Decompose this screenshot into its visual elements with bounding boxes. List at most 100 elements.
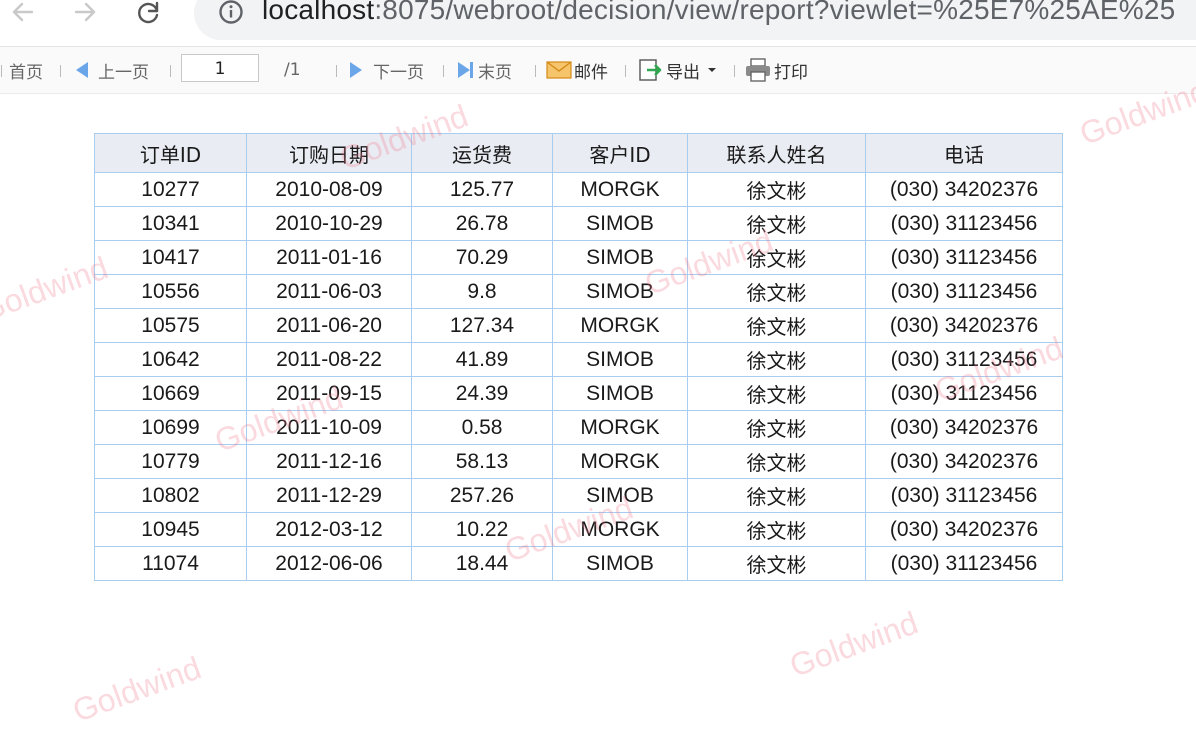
cell-freight: 257.26 (411, 478, 553, 513)
cell-contact-name: 徐文彬 (687, 444, 866, 479)
table-row: 10802 2011-12-29 257.26 SIMOB 徐文彬 (030) 31123… (94, 478, 1063, 513)
cell-order-id: 10945 (94, 512, 247, 547)
cell-customer-id: SIMOB (552, 546, 688, 581)
prev-page-label: 上一页 (98, 62, 149, 83)
cell-order-id: 10575 (94, 308, 247, 343)
column-header-contact-name: 联系人姓名 (687, 133, 866, 173)
cell-order-date: 2011-01-16 (246, 240, 412, 275)
cell-phone: (030) 34202376 (865, 444, 1063, 479)
column-header-order-id: 订单ID (94, 133, 247, 173)
column-header-freight: 运货费 (411, 133, 553, 173)
printer-icon (746, 58, 770, 82)
cell-order-id: 10802 (94, 478, 247, 513)
last-page-button[interactable]: 末页 (458, 47, 512, 93)
cell-customer-id: MORGK (552, 444, 688, 479)
next-page-button[interactable]: 下一页 (350, 47, 424, 93)
cell-phone: (030) 31123456 (865, 546, 1063, 581)
toolbar-separator (535, 65, 536, 77)
table-row: 10341 2010-10-29 26.78 SIMOB 徐文彬 (030) 311234… (94, 206, 1063, 241)
cell-freight: 41.89 (411, 342, 553, 377)
cell-contact-name: 徐文彬 (687, 478, 866, 513)
back-arrow-icon[interactable] (6, 0, 40, 28)
export-label: 导出 (666, 62, 700, 83)
reload-icon[interactable] (132, 0, 166, 28)
cell-contact-name: 徐文彬 (687, 342, 866, 377)
watermark: Goldwind (785, 604, 923, 684)
cell-order-id: 10642 (94, 342, 247, 377)
cell-contact-name: 徐文彬 (687, 274, 866, 309)
first-page-label: 首页 (9, 62, 43, 83)
cell-contact-name: 徐文彬 (687, 546, 866, 581)
cell-phone: (030) 34202376 (865, 308, 1063, 343)
cell-phone: (030) 31123456 (865, 478, 1063, 513)
table-row: 10779 2011-12-16 58.13 MORGK 徐文彬 (030) 342023… (94, 444, 1063, 479)
prev-arrow-icon (76, 62, 88, 78)
cell-phone: (030) 31123456 (865, 240, 1063, 275)
cell-order-date: 2011-09-15 (246, 376, 412, 411)
cell-phone: (030) 34202376 (865, 512, 1063, 547)
envelope-icon (546, 61, 572, 79)
page-total-label: /1 (284, 60, 301, 80)
toolbar-separator (336, 65, 337, 77)
last-bar-icon (470, 62, 473, 78)
first-page-button[interactable]: 首页 (9, 47, 43, 93)
cell-order-date: 2012-03-12 (246, 512, 412, 547)
toolbar-separator (1, 65, 2, 77)
cell-contact-name: 徐文彬 (687, 376, 866, 411)
cell-phone: (030) 34202376 (865, 410, 1063, 445)
cell-customer-id: MORGK (552, 308, 688, 343)
table-header-row: 订单ID 订购日期 运货费 客户ID 联系人姓名 电话 (94, 133, 1063, 173)
report-table: 订单ID 订购日期 运货费 客户ID 联系人姓名 电话 10277 2010-08… (94, 133, 1063, 581)
next-arrow-icon (350, 62, 362, 78)
report-toolbar: 首页 上一页 1 /1 下一页 末页 邮件 导出 打印 (0, 47, 1196, 94)
cell-order-id: 11074 (94, 546, 247, 581)
toolbar-separator (734, 65, 735, 77)
table-row: 10417 2011-01-16 70.29 SIMOB 徐文彬 (030) 311234… (94, 240, 1063, 275)
print-button[interactable]: 打印 (745, 47, 808, 93)
table-row: 10556 2011-06-03 9.8 SIMOB 徐文彬 (030) 31123456 (94, 274, 1063, 309)
cell-phone: (030) 31123456 (865, 342, 1063, 377)
column-header-phone: 电话 (865, 133, 1063, 173)
next-page-label: 下一页 (373, 62, 424, 83)
cell-order-date: 2010-10-29 (246, 206, 412, 241)
cell-order-date: 2011-12-29 (246, 478, 412, 513)
export-button[interactable]: 导出 (637, 47, 718, 93)
url-host: localhost (262, 0, 375, 25)
cell-phone: (030) 31123456 (865, 274, 1063, 309)
cell-order-date: 2010-08-09 (246, 172, 412, 207)
url-text[interactable]: localhost:8075/webroot/decision/view/rep… (262, 0, 1175, 26)
cell-order-id: 10277 (94, 172, 247, 207)
page-number-input[interactable]: 1 (181, 54, 259, 82)
cell-freight: 0.58 (411, 410, 553, 445)
column-header-customer-id: 客户ID (552, 133, 688, 173)
cell-order-id: 10779 (94, 444, 247, 479)
cell-customer-id: SIMOB (552, 206, 688, 241)
forward-arrow-icon[interactable] (68, 0, 102, 28)
site-info-icon[interactable] (218, 0, 244, 25)
cell-contact-name: 徐文彬 (687, 240, 866, 275)
cell-customer-id: SIMOB (552, 478, 688, 513)
cell-freight: 18.44 (411, 546, 553, 581)
watermark: Goldwind (68, 649, 206, 729)
cell-customer-id: SIMOB (552, 376, 688, 411)
cell-order-date: 2011-10-09 (246, 410, 412, 445)
cell-order-id: 10417 (94, 240, 247, 275)
cell-customer-id: SIMOB (552, 342, 688, 377)
cell-customer-id: SIMOB (552, 240, 688, 275)
cell-order-date: 2011-06-20 (246, 308, 412, 343)
cell-order-date: 2011-12-16 (246, 444, 412, 479)
prev-page-button[interactable]: 上一页 (76, 47, 149, 93)
cell-phone: (030) 31123456 (865, 376, 1063, 411)
cell-order-id: 10669 (94, 376, 247, 411)
cell-freight: 26.78 (411, 206, 553, 241)
table-row: 10699 2011-10-09 0.58 MORGK 徐文彬 (030) 3420237… (94, 410, 1063, 445)
toolbar-separator (170, 65, 171, 77)
cell-order-date: 2011-08-22 (246, 342, 412, 377)
last-page-label: 末页 (478, 62, 512, 83)
table-row: 10575 2011-06-20 127.34 MORGK 徐文彬 (030) 34202… (94, 308, 1063, 343)
export-icon (639, 59, 662, 81)
mail-button[interactable]: 邮件 (546, 47, 608, 93)
cell-freight: 9.8 (411, 274, 553, 309)
table-row: 10945 2012-03-12 10.22 MORGK 徐文彬 (030) 342023… (94, 512, 1063, 547)
cell-order-id: 10556 (94, 274, 247, 309)
